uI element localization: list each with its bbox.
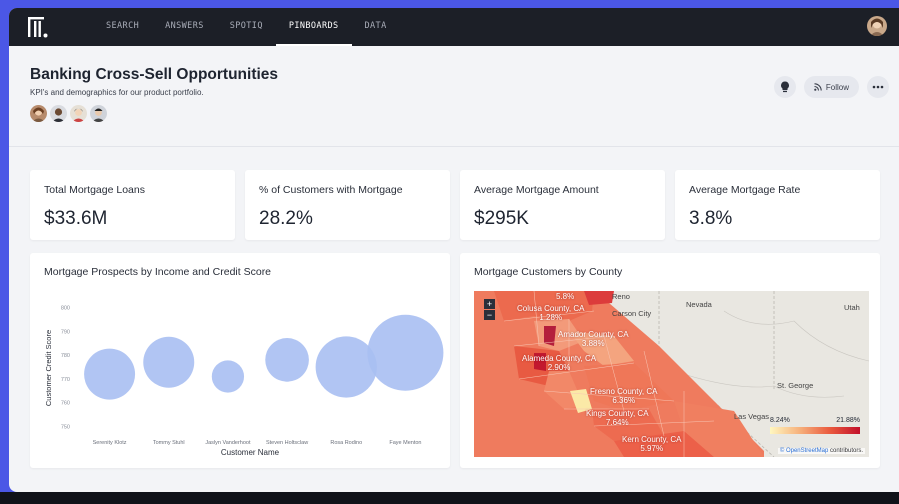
x-tick-label: Tommy Stuhl [153, 440, 185, 446]
bubble-point[interactable] [211, 360, 245, 393]
kpi-value: 28.2% [259, 208, 313, 229]
rss-icon [814, 83, 822, 91]
map-attribution: © OpenStreetMap contributors. [777, 448, 865, 454]
avatar[interactable] [90, 105, 107, 122]
y-tick-label: 780 [61, 353, 70, 359]
city-label: Reno [612, 292, 630, 301]
y-tick-label: 770 [61, 377, 70, 383]
county-label: Colusa County, CA 1.28% [517, 304, 585, 322]
more-dots-icon [872, 85, 884, 89]
pinboard-header: Banking Cross-Sell Opportunities KPI's a… [9, 46, 899, 147]
city-label: Utah [844, 303, 860, 312]
map-card[interactable]: Mortgage Customers by County + − 5.8% Co… [460, 253, 880, 468]
kpi-card[interactable]: Total Mortgage Loans $33.6M [30, 170, 235, 240]
city-label: St. George [777, 381, 814, 390]
x-tick-label: Rosa Rodino [330, 440, 362, 446]
bubble-point[interactable] [84, 348, 136, 400]
avatar[interactable] [70, 105, 87, 122]
nav-tab-data[interactable]: DATA [352, 8, 400, 46]
y-tick-label: 800 [61, 306, 70, 312]
y-tick-label: 760 [61, 401, 70, 407]
follow-button[interactable]: Follow [803, 76, 859, 98]
bubble-point[interactable] [265, 338, 309, 382]
bubble-point[interactable] [143, 336, 195, 388]
page-title: Banking Cross-Sell Opportunities [30, 66, 279, 83]
nav-tab-answers[interactable]: ANSWERS [152, 8, 217, 46]
legend-max-value: 21.88% [836, 417, 860, 424]
legend-gradient-bar [770, 427, 860, 434]
county-map[interactable]: + − 5.8% Colusa County, CA 1.28% Amador … [474, 291, 869, 457]
attribution-text: contributors. [828, 448, 863, 454]
kpi-card[interactable]: Average Mortgage Rate 3.8% [675, 170, 880, 240]
county-label: Fresno County, CA 6.36% [590, 387, 658, 405]
x-tick-label: Serenity Klotz [93, 440, 127, 446]
bubble-point[interactable] [367, 314, 444, 391]
county-label: Kings County, CA 7.64% [586, 409, 649, 427]
nav-tab-pinboards[interactable]: PINBOARDS [275, 8, 352, 46]
openstreetmap-link[interactable]: © OpenStreetMap [780, 448, 828, 454]
bottom-bar [0, 492, 899, 504]
county-label: 5.8% [556, 292, 575, 301]
user-avatar[interactable] [867, 16, 887, 36]
bubble-chart: 750 760 770 780 790 800 Serenity Klotz Tommy S… [44, 306, 444, 457]
y-axis-label: Customer Credit Score [44, 330, 53, 406]
kpi-label: % of Customers with Mortgage [259, 184, 403, 196]
zoom-out-button[interactable]: − [484, 310, 495, 320]
kpi-value: $295K [474, 208, 529, 229]
lightbulb-icon [780, 81, 789, 93]
y-tick-label: 750 [61, 424, 70, 430]
owner-avatars [30, 105, 107, 122]
city-label: Carson City [612, 309, 652, 318]
city-label: Las Vegas [734, 412, 770, 421]
map-title: Mortgage Customers by County [474, 266, 623, 278]
county-label: Kern County, CA 5.97% [622, 435, 682, 453]
top-nav: SEARCH ANSWERS SPOTIQ PINBOARDS DATA [9, 8, 899, 46]
x-tick-label: Steven Holtsclaw [266, 440, 308, 446]
more-options-button[interactable] [867, 76, 889, 98]
bubble-point[interactable] [315, 336, 377, 398]
county-label: Alameda County, CA 2.90% [522, 354, 597, 372]
avatar[interactable] [50, 105, 67, 122]
city-label: Nevada [686, 300, 712, 309]
nav-tabs: SEARCH ANSWERS SPOTIQ PINBOARDS DATA [93, 8, 400, 46]
header-actions: Follow [773, 76, 889, 98]
map-zoom-controls: + − [484, 299, 495, 320]
avatar[interactable] [30, 105, 47, 122]
nav-tab-search[interactable]: SEARCH [93, 8, 152, 46]
app-window: SEARCH ANSWERS SPOTIQ PINBOARDS DATA Ban… [9, 8, 899, 492]
kpi-card[interactable]: % of Customers with Mortgage 28.2% [245, 170, 450, 240]
page-subtitle: KPI's and demographics for our product p… [30, 88, 204, 97]
y-tick-label: 790 [61, 329, 70, 335]
kpi-value: $33.6M [44, 208, 108, 229]
x-tick-label: Faye Menton [389, 440, 421, 446]
follow-label: Follow [825, 82, 849, 92]
kpi-value: 3.8% [689, 208, 733, 229]
x-tick-label: Jaslyn Vanderhoot [205, 440, 251, 446]
nav-tab-spotiq[interactable]: SPOTIQ [217, 8, 276, 46]
thoughtspot-logo-icon[interactable] [27, 16, 49, 38]
kpi-card[interactable]: Average Mortgage Amount $295K [460, 170, 665, 240]
spotiq-lightbulb-button[interactable] [773, 76, 796, 98]
county-label: Amador County, CA 3.88% [558, 330, 629, 348]
kpi-label: Average Mortgage Amount [474, 184, 599, 196]
kpi-label: Average Mortgage Rate [689, 184, 801, 196]
x-axis-label: Customer Name [221, 448, 280, 457]
kpi-label: Total Mortgage Loans [44, 184, 145, 196]
zoom-in-button[interactable]: + [484, 299, 495, 309]
bubble-chart-card[interactable]: Mortgage Prospects by Income and Credit … [30, 253, 450, 468]
legend-min-value: 8.24% [770, 417, 790, 424]
